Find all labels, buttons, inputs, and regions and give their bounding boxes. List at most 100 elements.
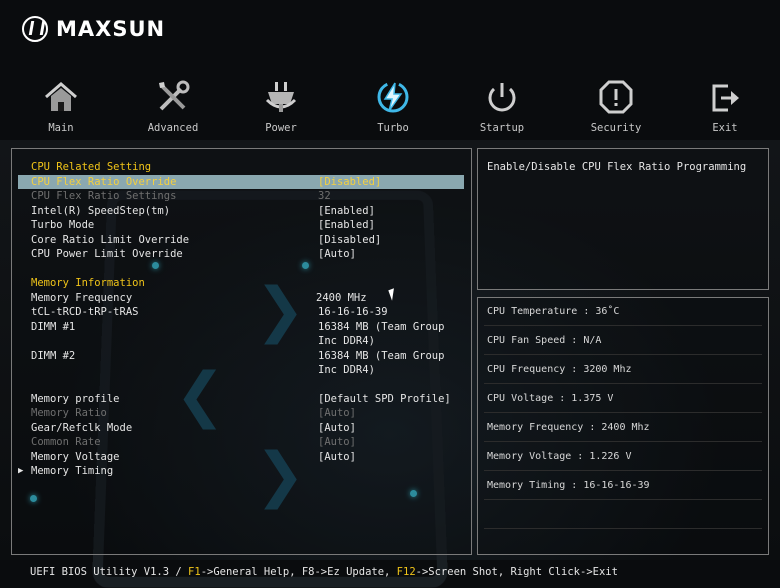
tab-power[interactable]: Power (241, 78, 321, 134)
setting-value: 16384 MB (Team Group (318, 321, 445, 333)
cpu-fan-speed: CPU Fan Speed : N/A (487, 335, 602, 346)
hardware-monitor-panel: CPU Temperature : 36˚C CPU Fan Speed : N… (477, 297, 769, 555)
tab-label: Main (48, 122, 74, 134)
footer-help-text: ->Screen Shot, Right Click->Exit (415, 566, 618, 578)
brand-logo: MAXSUN (22, 16, 165, 42)
cpu-temperature: CPU Temperature : 36˚C (487, 306, 620, 317)
setting-value: 16-16-16-39 (318, 306, 388, 318)
top-navigation: Main Advanced Power Turbo Startup Securi… (0, 78, 780, 138)
turbo-bolt-icon (377, 81, 409, 113)
memory-voltage: Memory Voltage : 1.226 V (487, 451, 632, 462)
divider (484, 383, 762, 384)
tab-label: Turbo (377, 122, 409, 134)
submenu-memory-timing[interactable]: ▶ Memory Timing (18, 464, 464, 478)
brand-name: MAXSUN (56, 17, 166, 41)
setting-label: Memory profile (31, 393, 120, 405)
help-panel: Enable/Disable CPU Flex Ratio Programmin… (477, 148, 769, 290)
divider (484, 441, 762, 442)
power-plug-icon (265, 82, 297, 112)
setting-value[interactable]: [Disabled] (318, 233, 381, 247)
setting-label: DIMM #2 (31, 350, 76, 362)
setting-value: 16384 MB (Team Group (318, 350, 445, 362)
setting-memory-ratio: Memory Ratio [Auto] (18, 406, 464, 420)
info-dimm-1-cont: Inc DDR4) (18, 334, 464, 348)
setting-label: Memory Frequency (31, 292, 133, 304)
setting-label: DIMM #1 (31, 321, 76, 333)
divider (484, 470, 762, 471)
setting-label: CPU Flex Ratio Override (31, 176, 177, 188)
setting-value: 2400 MHz (316, 292, 367, 304)
help-description: Enable/Disable CPU Flex Ratio Programmin… (487, 161, 747, 173)
tab-label: Advanced (147, 122, 199, 134)
divider (484, 325, 762, 326)
setting-label: CPU Flex Ratio Settings (31, 190, 177, 202)
setting-value: [Auto] (318, 407, 356, 419)
divider (484, 354, 762, 355)
footer-key-f12: F12 (396, 566, 416, 578)
setting-core-ratio-limit-override[interactable]: Core Ratio Limit Override [Disabled] (18, 233, 464, 247)
section-header-cpu: CPU Related Setting (18, 160, 464, 174)
cpu-frequency: CPU Frequency : 3200 Mhz (487, 364, 632, 375)
footer-help-text: ->General Help, F8->Ez Update, (200, 566, 397, 578)
setting-turbo-mode[interactable]: Turbo Mode [Enabled] (18, 218, 464, 232)
info-memory-timings: tCL-tRCD-tRP-tRAS 16-16-16-39 (18, 305, 464, 319)
setting-value[interactable]: [Enabled] (318, 218, 375, 232)
status-bar: UEFI BIOS Utility V1.3 / F1->General Hel… (0, 560, 780, 585)
setting-value: Inc DDR4) (318, 335, 375, 347)
footer-key-f1: F1 (188, 566, 201, 578)
section-title: Memory Information (31, 277, 145, 289)
setting-gear-refclk-mode[interactable]: Gear/Refclk Mode [Auto] (18, 421, 464, 435)
memory-timing: Memory Timing : 16-16-16-39 (487, 480, 650, 491)
startup-power-icon (488, 83, 516, 112)
cpu-voltage: CPU Voltage : 1.375 V (487, 393, 614, 404)
submenu-arrow-icon: ▶ (18, 466, 24, 476)
tab-label: Security (590, 122, 642, 134)
info-dimm-1: DIMM #1 16384 MB (Team Group (18, 320, 464, 334)
tab-exit[interactable]: Exit (685, 78, 765, 134)
setting-label: Common Rate (31, 436, 101, 448)
setting-memory-profile[interactable]: Memory profile [Default SPD Profile] (18, 392, 464, 406)
setting-cpu-flex-ratio-override[interactable]: CPU Flex Ratio Override [Disabled] (18, 175, 464, 189)
maxsun-logo-icon (22, 16, 48, 42)
setting-value[interactable]: [Auto] (318, 421, 356, 435)
tab-label: Startup (479, 122, 525, 134)
tools-icon (159, 80, 190, 111)
info-dimm-2-cont: Inc DDR4) (18, 363, 464, 377)
setting-label: Core Ratio Limit Override (31, 234, 190, 246)
tab-startup[interactable]: Startup (462, 78, 542, 134)
setting-label: Memory Voltage (31, 451, 120, 463)
setting-value[interactable]: [Default SPD Profile] (318, 392, 451, 406)
section-title: CPU Related Setting (31, 161, 152, 173)
settings-panel: CPU Related Setting CPU Flex Ratio Overr… (11, 148, 472, 555)
section-header-memory: Memory Information (18, 276, 464, 290)
setting-value[interactable]: [Auto] (318, 450, 356, 464)
exit-icon (712, 84, 739, 112)
setting-cpu-power-limit-override[interactable]: CPU Power Limit Override [Auto] (18, 247, 464, 261)
divider (484, 528, 762, 529)
setting-memory-voltage[interactable]: Memory Voltage [Auto] (18, 450, 464, 464)
setting-label: Gear/Refclk Mode (31, 422, 133, 434)
setting-label: Turbo Mode (31, 219, 95, 231)
setting-speedstep[interactable]: Intel(R) SpeedStep(tm) [Enabled] (18, 204, 464, 218)
setting-value: [Auto] (318, 436, 356, 448)
setting-label: Memory Timing (31, 465, 114, 477)
tab-security[interactable]: Security (576, 78, 656, 134)
memory-frequency: Memory Frequency : 2400 Mhz (487, 422, 650, 433)
setting-label: tCL-tRCD-tRP-tRAS (31, 306, 139, 318)
tab-label: Power (265, 122, 297, 134)
setting-label: Intel(R) SpeedStep(tm) (31, 205, 171, 217)
tab-main[interactable]: Main (21, 78, 101, 134)
setting-value: Inc DDR4) (318, 364, 375, 376)
tab-turbo[interactable]: Turbo (353, 78, 433, 134)
tab-label: Exit (712, 122, 738, 134)
setting-value: 32 (318, 190, 331, 202)
setting-value[interactable]: [Disabled] (318, 175, 381, 189)
setting-label: Memory Ratio (31, 407, 107, 419)
divider (484, 499, 762, 500)
divider (484, 412, 762, 413)
setting-value[interactable]: [Auto] (318, 247, 356, 261)
tab-advanced[interactable]: Advanced (133, 78, 213, 134)
setting-value[interactable]: [Enabled] (318, 204, 375, 218)
info-dimm-2: DIMM #2 16384 MB (Team Group (18, 349, 464, 363)
shield-icon (599, 80, 633, 114)
